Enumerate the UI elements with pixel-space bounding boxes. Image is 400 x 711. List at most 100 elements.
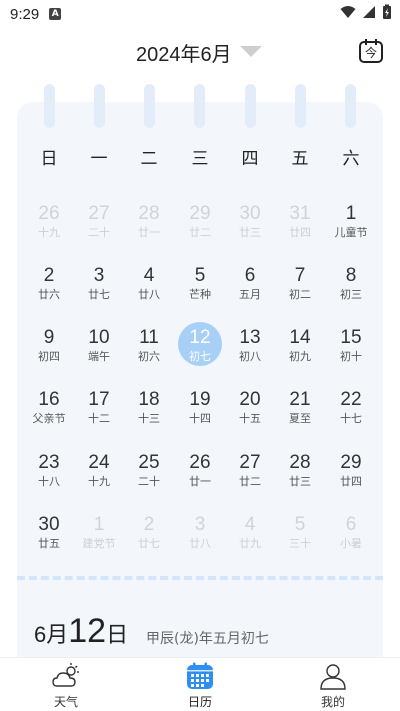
day-cell[interactable]: 13 初八 xyxy=(225,325,275,375)
day-cell[interactable]: 8 初三 xyxy=(326,263,376,313)
day-number: 30 xyxy=(38,514,60,535)
tab-label: 我的 xyxy=(320,695,345,709)
day-number: 6 xyxy=(345,514,357,535)
day-cell[interactable]: 17 十二 xyxy=(74,387,124,437)
day-cell[interactable]: 27 廿二 xyxy=(225,450,275,500)
day-cell[interactable]: 25 二十 xyxy=(124,450,174,500)
weekday-label: 三 xyxy=(191,149,209,169)
day-cell[interactable]: 18 十三 xyxy=(124,387,174,437)
binder-ring xyxy=(94,84,105,128)
day-cell[interactable]: 29 廿四 xyxy=(326,450,376,500)
day-cell[interactable]: 28 廿三 xyxy=(275,450,325,500)
day-cell[interactable]: 10 端午 xyxy=(74,325,124,375)
day-cell[interactable]: 21 夏至 xyxy=(275,387,325,437)
day-cell[interactable]: 2 廿六 xyxy=(24,263,74,313)
day-number: 13 xyxy=(239,327,261,348)
dropdown-caret-icon[interactable] xyxy=(240,46,262,58)
day-cell[interactable]: 26 十九 xyxy=(24,201,74,251)
day-cell[interactable]: 30 廿三 xyxy=(225,201,275,251)
day-cell[interactable]: 19 十四 xyxy=(175,387,225,437)
day-cell[interactable]: 9 初四 xyxy=(24,325,74,375)
tab-calendar[interactable]: 日历 xyxy=(160,658,240,711)
day-cell[interactable]: 26 廿一 xyxy=(175,450,225,500)
selected-day: 12 xyxy=(68,612,107,650)
day-cell[interactable]: 31 廿四 xyxy=(275,201,325,251)
user-profile-icon xyxy=(320,664,346,690)
calendar-header: 2024年6月 今 xyxy=(0,34,400,68)
day-cell[interactable]: 30 廿五 xyxy=(24,512,74,562)
day-cell[interactable]: 6 五月 xyxy=(225,263,275,313)
day-cell[interactable]: 28 廿一 xyxy=(124,201,174,251)
selected-date: 6月 12 日 xyxy=(34,612,128,651)
day-number: 5 xyxy=(194,265,206,286)
lunar-label: 初六 xyxy=(138,350,160,363)
day-cell[interactable]: 4 廿九 xyxy=(225,512,275,562)
lunar-label: 十九 xyxy=(88,475,110,488)
lunar-label: 十七 xyxy=(340,412,362,425)
day-cell[interactable]: 29 廿二 xyxy=(175,201,225,251)
lunar-label: 廿五 xyxy=(38,537,60,550)
lunar-label: 儿童节 xyxy=(334,226,368,239)
day-number: 26 xyxy=(189,452,211,473)
day-number: 18 xyxy=(138,389,160,410)
lunar-label: 初四 xyxy=(38,350,60,363)
day-cell[interactable]: 20 十五 xyxy=(225,387,275,437)
day-cell[interactable]: 22 十七 xyxy=(326,387,376,437)
tab-weather[interactable]: 天气 xyxy=(26,658,106,711)
day-cell[interactable]: 14 初九 xyxy=(275,325,325,375)
lunar-label: 二十 xyxy=(88,226,110,239)
battery-icon xyxy=(383,4,391,19)
day-cell[interactable]: 5 三十 xyxy=(275,512,325,562)
day-cell[interactable]: 3 廿八 xyxy=(175,512,225,562)
day-number: 3 xyxy=(93,265,105,286)
lunar-label: 十四 xyxy=(189,412,211,425)
day-number: 1 xyxy=(93,514,105,535)
day-cell[interactable]: 23 十八 xyxy=(24,450,74,500)
lunar-label: 三十 xyxy=(289,537,311,550)
weekday-label: 日 xyxy=(40,149,58,169)
day-number: 2 xyxy=(43,265,55,286)
day-number: 6 xyxy=(244,265,256,286)
day-cell-selected[interactable]: 12 初七 xyxy=(175,322,225,375)
lunar-label: 廿三 xyxy=(289,475,311,488)
day-cell[interactable]: 27 二十 xyxy=(74,201,124,251)
day-cell[interactable]: 1 儿童节 xyxy=(326,201,376,251)
calendar-icon xyxy=(187,662,213,689)
day-cell[interactable]: 24 十九 xyxy=(74,450,124,500)
day-number: 26 xyxy=(38,203,60,224)
month-title[interactable]: 2024年6月 xyxy=(136,38,232,67)
binder-ring xyxy=(345,84,356,128)
weekday-label: 五 xyxy=(291,149,309,169)
lunar-label: 建党节 xyxy=(82,537,116,550)
weekday-label: 六 xyxy=(342,149,360,169)
day-cell[interactable]: 15 初十 xyxy=(326,325,376,375)
selected-month: 6月 xyxy=(34,622,69,647)
day-number: 17 xyxy=(88,389,110,410)
day-number: 14 xyxy=(289,327,311,348)
status-bar: 9:29 A xyxy=(0,0,400,28)
lunar-label: 廿二 xyxy=(239,475,261,488)
day-cell[interactable]: 3 廿七 xyxy=(74,263,124,313)
weather-cloud-sun-icon xyxy=(52,663,79,687)
day-cell[interactable]: 2 廿七 xyxy=(124,512,174,562)
day-cell[interactable]: 6 小暑 xyxy=(326,512,376,562)
section-divider xyxy=(17,576,383,580)
day-number: 2 xyxy=(143,514,155,535)
day-cell[interactable]: 11 初六 xyxy=(124,325,174,375)
notification-icon: A xyxy=(49,8,62,20)
day-cell[interactable]: 16 父亲节 xyxy=(24,387,74,437)
day-number: 19 xyxy=(189,389,211,410)
day-cell[interactable]: 4 廿八 xyxy=(124,263,174,313)
day-cell[interactable]: 5 芒种 xyxy=(175,263,225,313)
binder-ring xyxy=(194,84,205,128)
day-cell[interactable]: 7 初二 xyxy=(275,263,325,313)
day-number: 5 xyxy=(294,514,306,535)
bottom-tab-bar: 天气 日历 我的 xyxy=(0,657,400,711)
selected-day-suffix: 日 xyxy=(106,622,129,647)
day-number: 30 xyxy=(239,203,261,224)
day-cell[interactable]: 1 建党节 xyxy=(74,512,124,562)
tab-label: 日历 xyxy=(187,695,212,709)
lunar-label: 廿七 xyxy=(88,288,110,301)
tab-profile[interactable]: 我的 xyxy=(293,658,373,711)
today-button[interactable]: 今 xyxy=(358,38,384,64)
